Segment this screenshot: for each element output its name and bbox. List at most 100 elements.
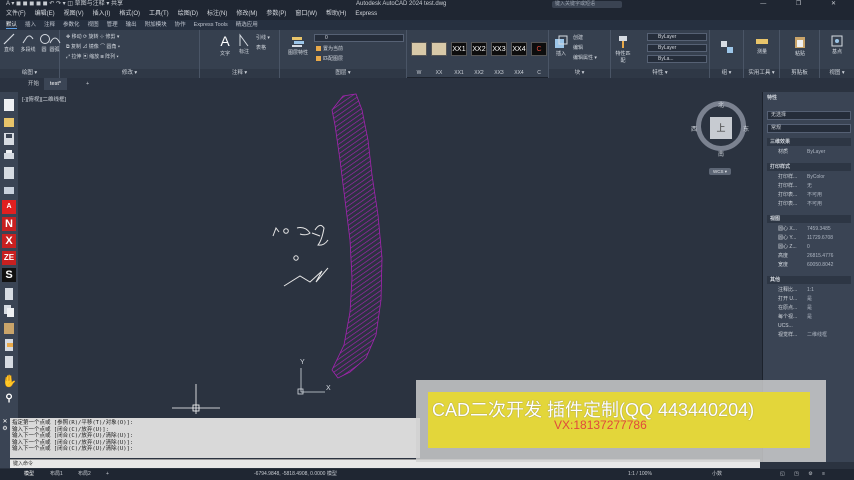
property-value: 7459.3485 — [807, 226, 831, 232]
property-key: 视觉样... — [778, 332, 798, 338]
print-icon[interactable] — [2, 149, 16, 163]
layout-tab-2[interactable]: 布局2 — [78, 469, 91, 480]
property-row[interactable]: 视觉样... 二维线框 — [767, 331, 851, 339]
property-key: 在原点... — [778, 305, 798, 311]
property-key: 圆心 Y... — [778, 235, 797, 241]
crosshair-cursor — [172, 384, 220, 414]
save-icon[interactable] — [2, 132, 16, 146]
properties-title: 特性 — [767, 95, 778, 101]
property-row[interactable]: 材质 ByLayer — [767, 148, 851, 156]
property-row[interactable]: 圆心 Z... 0 — [767, 243, 851, 251]
left-toolbar: A N X ZE S ✋ ⚲ — [0, 92, 18, 448]
properties-section-header[interactable]: 其他 — [767, 276, 851, 284]
property-key: 宽度 — [778, 262, 789, 268]
property-row[interactable]: UCS... — [767, 322, 851, 330]
ucs-y-label: Y — [300, 359, 305, 366]
annotation-scale[interactable]: 1:1 / 100% — [628, 469, 652, 480]
viewcube[interactable]: 上 北 南 东 西 WCS ▾ — [691, 100, 749, 175]
general-section-dropdown[interactable]: 常规 — [767, 124, 851, 133]
property-value: 1:1 — [807, 287, 814, 293]
properties-section-header[interactable]: 三维效果 — [767, 138, 851, 146]
paste-icon[interactable] — [2, 321, 16, 335]
property-key: 圆心 Z... — [778, 244, 797, 250]
property-value: ByLayer — [807, 149, 826, 155]
properties-section-header[interactable]: 打印样式 — [767, 163, 851, 171]
property-row[interactable]: 打印样... ByColor — [767, 173, 851, 181]
property-value: 60050.8042 — [807, 262, 834, 268]
property-key: 材质 — [778, 149, 789, 155]
ucs-x-label: X — [326, 385, 331, 392]
watermark-overlay: CAD二次开发 插件定制(QQ 443440204) VX:1813727778… — [416, 380, 826, 462]
property-value: 是 — [807, 305, 813, 311]
watermark-line-2: VX:18137277786 — [554, 418, 647, 432]
command-history-line: 输入下一个点或 [闭合(C)/放弃(U)/清除(U)]: — [12, 446, 134, 452]
layout-tab-model[interactable]: 模型 — [24, 469, 34, 480]
property-key: 每个视... — [778, 314, 798, 320]
s-plugin-icon[interactable]: S — [2, 268, 16, 282]
properties-icon[interactable] — [2, 355, 16, 369]
hatch-region[interactable] — [331, 93, 383, 379]
new-file-icon[interactable] — [2, 98, 16, 112]
ze-plugin-icon[interactable]: ZE — [2, 251, 16, 265]
property-row[interactable]: 高度 26815.4776 — [767, 252, 851, 260]
property-value: 是 — [807, 314, 813, 320]
property-row[interactable]: 圆心 Y... 11729.6708 — [767, 234, 851, 242]
property-row[interactable]: 圆心 X... 7459.3485 — [767, 225, 851, 233]
units-indicator[interactable]: 小数 — [712, 469, 722, 480]
viewcube-west[interactable]: 西 — [691, 124, 697, 133]
plot-preview-icon[interactable] — [2, 166, 16, 180]
open-file-icon[interactable] — [2, 115, 16, 129]
property-row[interactable]: 打印表... 不可用 — [767, 200, 851, 208]
property-value: 不可用 — [807, 192, 823, 198]
property-key: 注释比... — [778, 287, 798, 293]
property-key: 打印表... — [778, 201, 798, 207]
property-key: 圆心 X... — [778, 226, 797, 232]
command-input-placeholder: 键入命令 — [13, 461, 34, 467]
property-row[interactable]: 注释比... 1:1 — [767, 286, 851, 294]
property-value: 11729.6708 — [807, 235, 834, 241]
property-row[interactable]: 宽度 60050.8042 — [767, 261, 851, 269]
wcs-menu[interactable]: WCS ▾ — [709, 168, 731, 175]
selection-dropdown[interactable]: 无选择 — [767, 111, 851, 120]
property-key: 打印表... — [778, 192, 798, 198]
viewcube-east[interactable]: 东 — [743, 124, 749, 133]
property-key: 打印样... — [778, 183, 798, 189]
add-layout-button[interactable]: + — [106, 469, 109, 480]
property-key: 打印样... — [778, 174, 798, 180]
property-value: 0 — [807, 244, 810, 250]
pdf-icon[interactable]: A — [2, 200, 16, 214]
zoom-icon[interactable]: ⚲ — [2, 392, 16, 406]
edit-icon[interactable] — [2, 287, 16, 301]
command-line-handle[interactable]: ✕ ⚙ — [0, 418, 10, 468]
property-value: ByColor — [807, 174, 825, 180]
property-value: 不可用 — [807, 201, 823, 207]
property-value: 无 — [807, 183, 813, 189]
x-plugin-icon[interactable]: X — [2, 234, 16, 248]
property-value: 二维线框 — [807, 332, 828, 338]
property-row[interactable]: 每个视... 是 — [767, 313, 851, 321]
property-row[interactable]: 打印样... 无 — [767, 182, 851, 190]
property-row[interactable]: 打开 U... 是 — [767, 295, 851, 303]
viewcube-south[interactable]: 南 — [718, 149, 724, 158]
publish-icon[interactable] — [2, 183, 16, 197]
property-row[interactable]: 打印表... 不可用 — [767, 191, 851, 199]
copy-icon[interactable] — [2, 304, 16, 318]
property-key: 高度 — [778, 253, 789, 259]
viewcube-north[interactable]: 北 — [718, 100, 724, 109]
property-row[interactable]: 在原点... 是 — [767, 304, 851, 312]
autocad-window: A ▾ ◼ ◼ ◼ ◼ ◼ ↶ ↷ ▾ ◫ 草图与注释 ▾ 共享 Autodes… — [0, 0, 854, 480]
property-key: 打开 U... — [778, 296, 798, 302]
properties-section-header[interactable]: 视图 — [767, 215, 851, 223]
n-plugin-icon[interactable]: N — [2, 217, 16, 231]
command-history: 指定第一个点或 [参照(R)/平移(T)/对象(O)]: 输入下一个点或 [闭合(… — [10, 418, 420, 458]
viewcube-face-top[interactable]: 上 — [710, 117, 732, 139]
status-toggles[interactable]: ◱ ◳ ⚙ ≡ — [780, 469, 829, 480]
freehand-sketch[interactable] — [272, 224, 329, 287]
coordinate-readout: -6794.9848, -5818.4908, 0.0000 模型 — [254, 471, 337, 477]
status-bar: 模型 布局1 布局2 + -6794.9848, -5818.4908, 0.0… — [0, 469, 854, 480]
ucs-icon[interactable] — [297, 368, 325, 395]
property-key: UCS... — [778, 323, 793, 329]
match-icon[interactable] — [2, 338, 16, 352]
layout-tab-1[interactable]: 布局1 — [50, 469, 63, 480]
pan-hand-icon[interactable]: ✋ — [2, 374, 17, 388]
